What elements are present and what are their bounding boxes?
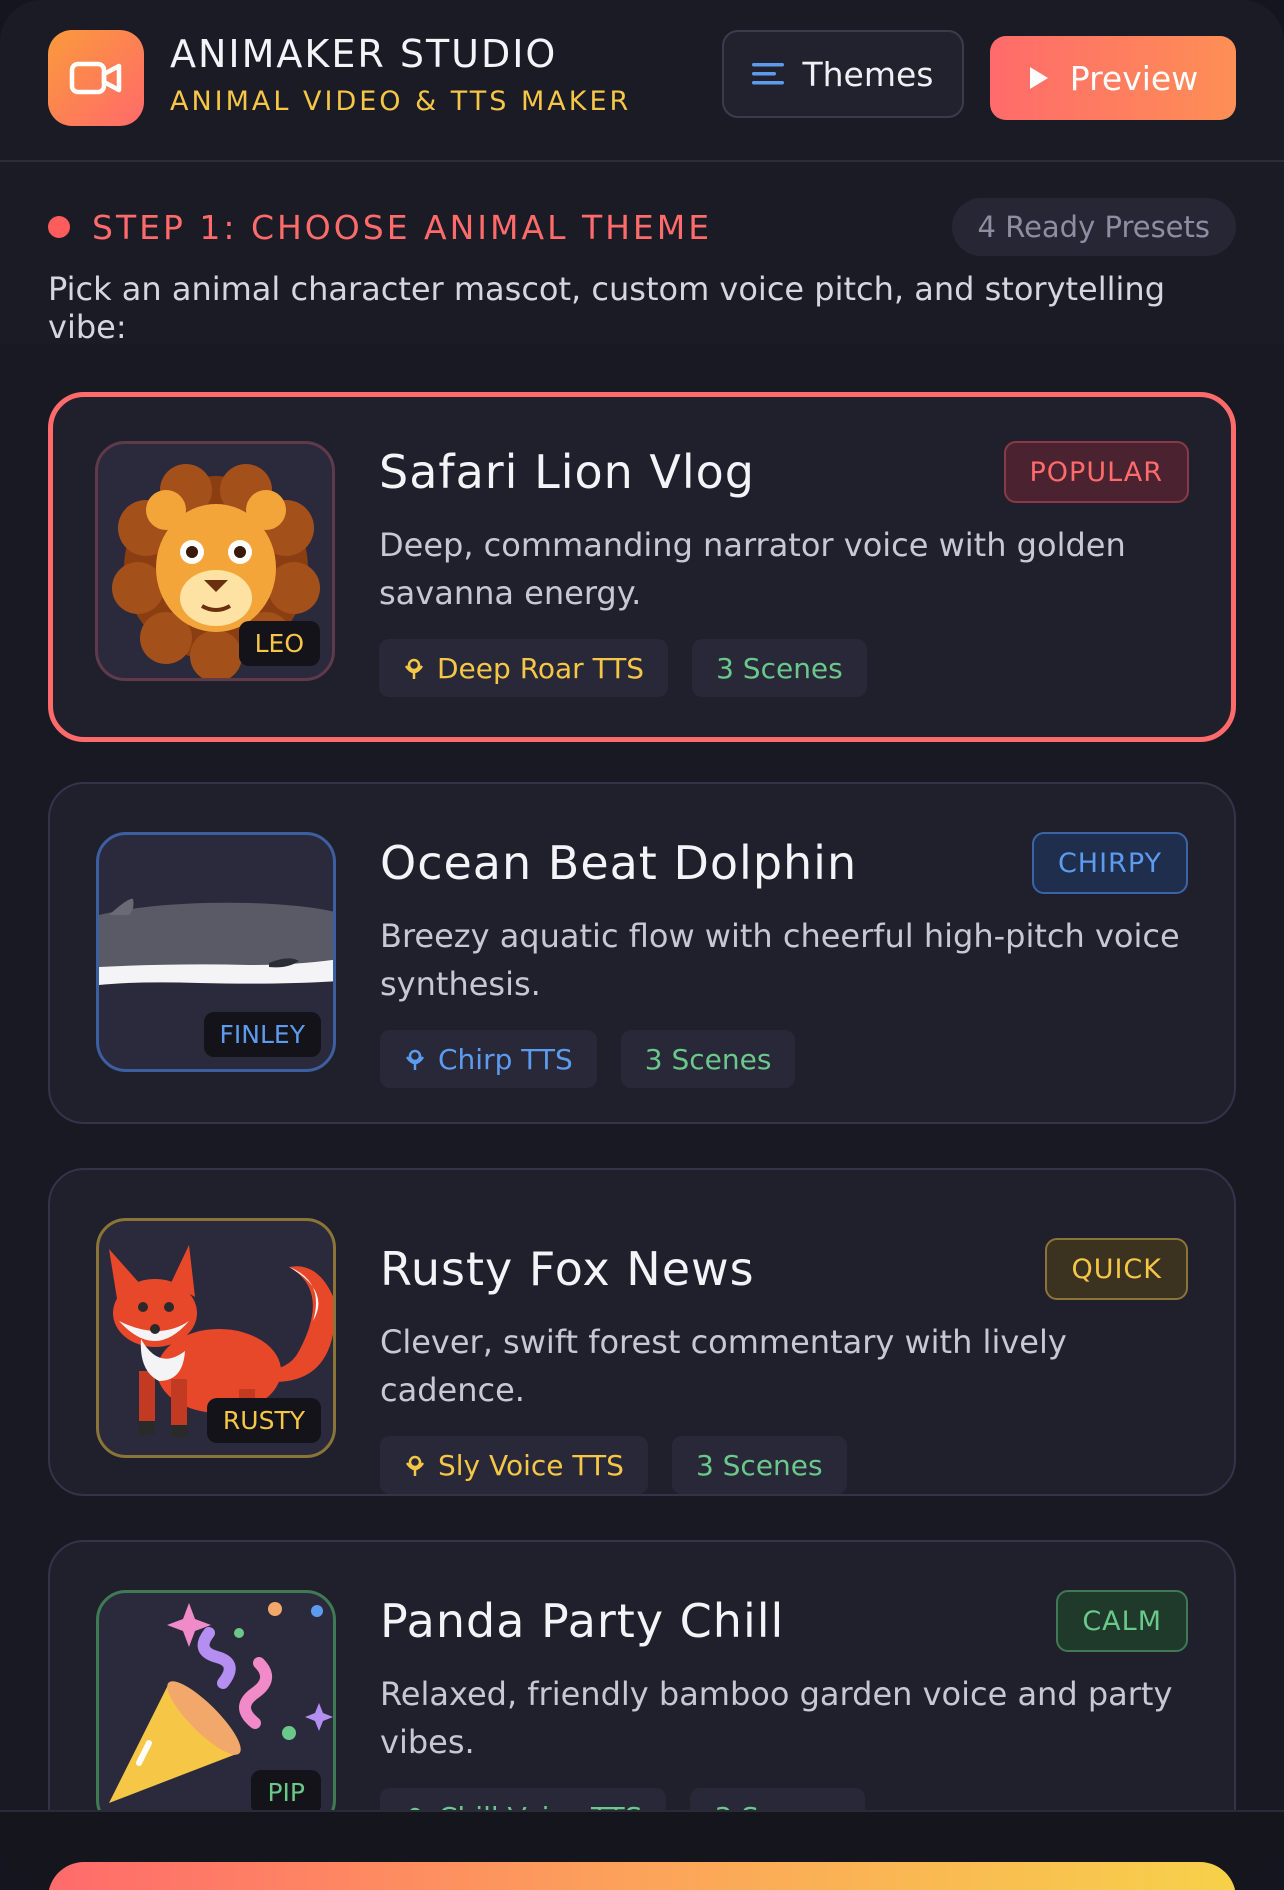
mascot-name: LEO <box>238 621 320 666</box>
step-title: STEP 1: CHOOSE ANIMAL THEME <box>92 207 713 247</box>
voice-chip[interactable]: Sly Voice TTS <box>380 1436 648 1494</box>
brand-title: ANIMAKER STUDIO <box>170 32 558 76</box>
video-camera-icon <box>69 61 122 95</box>
scenes-chip: 3 Scenes <box>671 1436 847 1494</box>
play-icon <box>1029 67 1048 89</box>
card-badge: CALM <box>1056 1590 1188 1652</box>
card-title: Safari Lion Vlog <box>379 445 756 499</box>
scenes-chip: 3 Scenes <box>692 639 867 697</box>
card-badge: QUICK <box>1045 1238 1188 1300</box>
card-description: Clever, swift forest commentary with liv… <box>380 1323 1067 1409</box>
theme-card-lion[interactable]: LEO Safari Lion Vlog POPULAR Deep, comma… <box>48 392 1236 742</box>
card-title: Rusty Fox News <box>380 1242 755 1296</box>
theme-list: LEO Safari Lion Vlog POPULAR Deep, comma… <box>0 344 1284 1880</box>
voice-label: Chirp TTS <box>438 1042 573 1076</box>
brand-subtitle: ANIMAL VIDEO & TTS MAKER <box>170 86 632 117</box>
step-description: Pick an animal character mascot, custom … <box>48 270 1165 346</box>
mascot-thumbnail: PIP <box>96 1590 336 1830</box>
presets-badge: 4 Ready Presets <box>951 198 1236 256</box>
top-header: ANIMAKER STUDIO ANIMAL VIDEO & TTS MAKER… <box>0 0 1284 162</box>
card-badge: POPULAR <box>1003 441 1189 503</box>
mascot-thumbnail: FINLEY <box>96 832 336 1072</box>
mascot-thumbnail: LEO <box>95 441 335 681</box>
preview-label: Preview <box>1069 58 1199 98</box>
card-description: Deep, commanding narrator voice with gol… <box>379 526 1126 612</box>
voice-label: Deep Roar TTS <box>437 651 645 685</box>
mascot-name: PIP <box>251 1770 321 1815</box>
menu-lines-icon <box>752 63 785 85</box>
brand: ANIMAKER STUDIO ANIMAL VIDEO & TTS MAKER <box>170 30 631 117</box>
voice-icon <box>405 1049 425 1070</box>
step-dot-icon <box>48 216 70 238</box>
voice-chip[interactable]: Chirp TTS <box>380 1030 597 1088</box>
voice-icon <box>404 658 424 679</box>
app-logo <box>48 30 144 126</box>
theme-card-fox[interactable]: RUSTY Rusty Fox News QUICK Clever, swift… <box>48 1168 1236 1496</box>
themes-label: Themes <box>802 54 934 94</box>
voice-icon <box>405 1455 425 1476</box>
mascot-name: RUSTY <box>206 1398 321 1443</box>
scenes-chip: 3 Scenes <box>620 1030 796 1088</box>
card-title: Panda Party Chill <box>380 1594 785 1648</box>
voice-label: Sly Voice TTS <box>438 1448 624 1482</box>
app-window: ANIMAKER STUDIO ANIMAL VIDEO & TTS MAKER… <box>0 0 1284 1890</box>
card-description: Breezy aquatic flow with cheerful high-p… <box>380 917 1180 1003</box>
mascot-thumbnail: RUSTY <box>96 1218 336 1458</box>
continue-button[interactable] <box>48 1862 1236 1890</box>
card-title: Ocean Beat Dolphin <box>380 836 858 890</box>
themes-button[interactable]: Themes <box>722 30 964 118</box>
preview-button[interactable]: Preview <box>990 36 1236 120</box>
theme-card-dolphin[interactable]: FINLEY Ocean Beat Dolphin CHIRPY Breezy … <box>48 782 1236 1124</box>
step-section: STEP 1: CHOOSE ANIMAL THEME 4 Ready Pres… <box>0 162 1284 346</box>
card-badge: CHIRPY <box>1031 832 1188 894</box>
mascot-name: FINLEY <box>203 1012 321 1057</box>
voice-chip[interactable]: Deep Roar TTS <box>379 639 669 697</box>
card-description: Relaxed, friendly bamboo garden voice an… <box>380 1675 1173 1761</box>
